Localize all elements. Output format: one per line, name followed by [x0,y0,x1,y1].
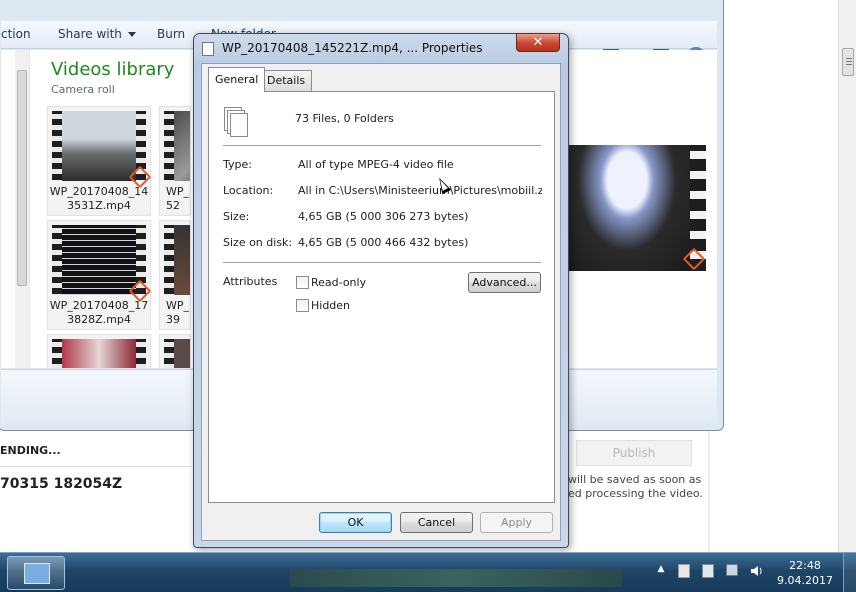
safely-remove-hardware-icon[interactable] [702,564,714,578]
toolbar-organize-partial[interactable]: ction [1,27,31,41]
film-frame [52,339,146,368]
video-thumbnail[interactable]: WP_20170408_14 3531Z.mp4 [47,106,152,216]
library-title: Videos library [51,59,175,80]
thumbnail-image [564,145,690,271]
library-subtitle[interactable]: Camera roll [51,83,115,96]
burn-button[interactable]: Burn [157,27,185,41]
video-thumbnail[interactable] [159,334,191,368]
processing-note-line-1: will be saved as soon as [568,473,702,486]
thumbnail-label: WP_20170408_14 3531Z.mp4 [49,185,149,212]
network-icon[interactable] [726,564,738,576]
properties-dialog: WP_20170408_145221Z.mp4, ... Properties … [193,33,569,548]
publish-button[interactable]: Publish [576,440,692,466]
video-thumbnail-large[interactable] [564,145,706,271]
files-summary: 73 Files, 0 Folders [295,112,394,125]
size-on-disk-label: Size on disk: [223,236,293,249]
page-right-border [708,430,710,552]
film-frame [52,111,146,181]
tab-general[interactable]: General [208,67,266,92]
processing-note: will be saved as soon as ed processing t… [568,473,708,501]
dialog-body: General Details 73 Files, 0 Folders Type… [201,63,561,541]
page-scrollbar-thumb[interactable] [842,48,854,76]
video-title-text: 70315 182054Z [0,476,123,492]
type-label: Type: [223,158,252,171]
upload-status-text: ENDING... [0,444,61,457]
type-value: All of type MPEG-4 video file [298,158,454,171]
system-tray: ▲ [648,563,768,583]
attributes-label: Attributes [223,275,278,288]
location-label: Location: [223,184,274,197]
separator [223,145,541,146]
taskbar: ▲ 22:48 9.04.2017 [0,552,856,592]
share-with-menu[interactable]: Share with [58,27,136,41]
show-hidden-icons-icon[interactable]: ▲ [654,564,668,580]
taskbar-clock[interactable]: 22:48 9.04.2017 [773,558,837,588]
clock-date: 9.04.2017 [777,574,833,587]
size-value: 4,65 GB (5 000 306 273 bytes) [298,210,469,223]
video-thumbnail[interactable]: WP_ 39 [159,220,191,330]
page-scrollbar[interactable] [838,0,856,552]
apply-button: Apply [480,512,553,533]
navigation-pane [1,50,29,368]
thumbnail-label: WP_ 52 [166,185,190,212]
size-on-disk-value: 4,65 GB (5 000 466 432 bytes) [298,236,469,249]
share-with-label: Share with [58,27,122,41]
hidden-label[interactable]: Hidden [311,299,350,312]
readonly-label[interactable]: Read-only [311,276,366,289]
film-frame [164,225,190,295]
video-thumbnail[interactable]: WP_20170408_17 3828Z.mp4 [47,220,152,330]
advanced-button[interactable]: Advanced... [468,272,541,293]
film-frame [52,225,146,295]
video-thumbnail[interactable]: WP_ 52 [159,106,191,216]
close-button[interactable]: ✕ [516,33,560,52]
taskbar-app-button[interactable] [7,556,65,590]
multiple-files-icon [224,107,250,137]
video-thumbnail[interactable] [47,334,151,368]
nav-scrollbar[interactable] [15,50,29,368]
divider [0,466,192,467]
action-center-icon[interactable] [678,564,690,578]
volume-icon[interactable] [750,564,764,580]
film-frame [164,111,190,181]
film-frame [164,339,190,368]
thumbnail-label: WP_ 39 [166,299,190,326]
chevron-down-icon [127,32,136,37]
cancel-button[interactable]: Cancel [400,512,473,533]
show-desktop-button[interactable] [843,553,856,592]
hidden-checkbox[interactable] [296,299,309,312]
readonly-checkbox[interactable] [296,276,309,289]
separator [223,262,541,263]
window-icon [24,563,50,584]
location-value: All in C:\Users\Ministeerium\Pictures\mo… [298,184,542,197]
ok-button[interactable]: OK [319,512,392,533]
clock-time: 22:48 [789,559,821,572]
processing-note-line-2: ed processing the video. [568,487,703,500]
dialog-title: WP_20170408_145221Z.mp4, ... Properties [222,41,483,55]
nav-scrollbar-thumb[interactable] [17,70,27,286]
file-icon [202,42,214,56]
thumbnail-label: WP_20170408_17 3828Z.mp4 [49,299,149,326]
size-label: Size: [223,210,250,223]
general-tab-panel: 73 Files, 0 Folders Type: All of type MP… [208,91,555,503]
tab-details[interactable]: Details [260,70,313,91]
blurred-taskbar-content [290,569,622,587]
